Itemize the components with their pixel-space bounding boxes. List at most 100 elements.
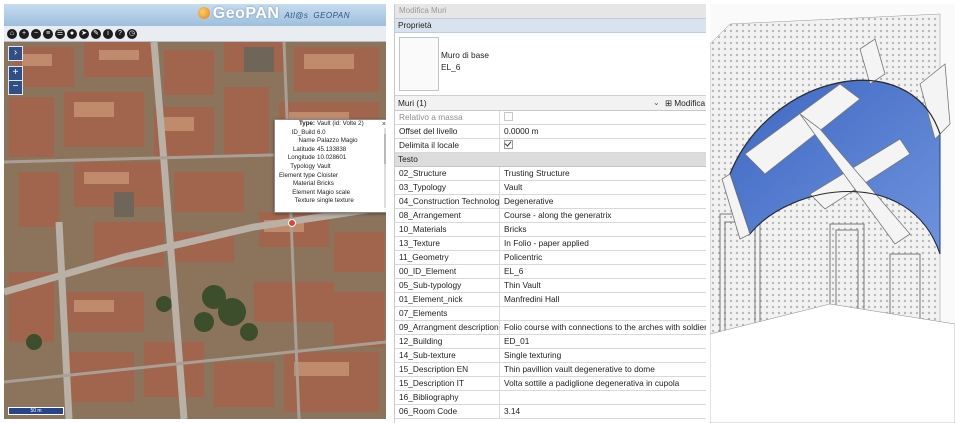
satellite-map[interactable]: › + − 50 m xyxy=(4,42,386,419)
parameter-value[interactable]: Policentric xyxy=(499,250,706,265)
map-marker-icon[interactable] xyxy=(288,219,296,227)
property-row: Delimita il locale xyxy=(395,138,706,153)
info-icon[interactable]: i xyxy=(103,28,113,39)
vault-model xyxy=(710,4,955,423)
popup-row: ID_Build 6.0 xyxy=(275,129,386,138)
parameter-value[interactable]: Vault xyxy=(499,180,706,195)
parameter-value[interactable]: Manfredini Hall xyxy=(499,292,706,307)
popup-key: Latitude xyxy=(292,145,315,153)
close-icon[interactable]: × xyxy=(382,121,386,128)
popup-scrollbar[interactable] xyxy=(384,128,386,208)
parameter-row: 01_Element_nick Manfredini Hall xyxy=(395,292,706,307)
parameter-row: 05_Sub-typology Thin Vault xyxy=(395,278,706,293)
popup-value: 10.028601 xyxy=(317,154,347,162)
parameter-row: 15_Description EN Thin pavillion vault de… xyxy=(395,362,706,377)
popup-rows: Type: Vault (id: Volte 2) ID_Build 6.0 Name P… xyxy=(275,120,386,206)
popup-row: Latitude 45.133838 xyxy=(275,146,386,155)
parameter-row: 00_ID_Element EL_6 xyxy=(395,264,706,279)
popup-row: Texture single texture xyxy=(275,197,386,206)
parameter-name: 15_Description IT xyxy=(395,376,500,391)
parameter-value[interactable]: Thin pavillion vault degenerative to dom… xyxy=(499,362,706,377)
edit-type-button[interactable]: ⊞ Modifica xyxy=(665,96,705,110)
list-icon[interactable]: ☰ xyxy=(55,28,65,39)
measure-icon[interactable]: ✎ xyxy=(91,28,101,39)
group-header-text[interactable]: Testo xyxy=(395,153,706,167)
popup-key: Name xyxy=(298,137,315,145)
popup-row: Typology Vault xyxy=(275,163,386,172)
parameter-row: 10_Materials Bricks xyxy=(395,222,706,237)
popup-row: Element Magio scale xyxy=(275,189,386,198)
satellite-imagery xyxy=(4,42,386,419)
vault-3d-view[interactable] xyxy=(710,4,955,423)
popup-row: Material Bricks xyxy=(275,180,386,189)
layers-toggle-button[interactable]: › xyxy=(8,46,23,61)
geopan-logo: GeoPAN Atl@s GEOPAN xyxy=(197,5,350,23)
parameter-value[interactable]: 3.14 xyxy=(499,404,706,419)
popup-row: Longitude 10.028601 xyxy=(275,154,386,163)
parameter-value[interactable]: Folio course with connections to the arc… xyxy=(499,320,706,335)
popup-value: single texture xyxy=(317,197,354,205)
parameter-row: 11_Geometry Policentric xyxy=(395,250,706,265)
property-value[interactable] xyxy=(499,111,706,125)
parameter-name: 02_Structure xyxy=(395,167,500,181)
palette-title: Modifica Muri xyxy=(395,4,706,18)
zoom-in-button[interactable]: + xyxy=(8,66,23,81)
zoom-in-icon[interactable]: + xyxy=(19,28,29,39)
checkbox[interactable] xyxy=(504,112,513,121)
popup-value: Vault (id: Volte 2) xyxy=(317,120,364,127)
zoom-out-icon[interactable]: − xyxy=(31,28,41,39)
parameter-row: 16_Bibliography xyxy=(395,390,706,405)
map-toolbar: ⌂ + − ≡ ☰ ● ➤ ✎ i ? ◷ xyxy=(4,26,386,42)
help-icon[interactable]: ? xyxy=(115,28,125,39)
parameter-value[interactable]: EL_6 xyxy=(499,264,706,279)
parameter-name: 12_Building xyxy=(395,334,500,349)
parameter-value[interactable] xyxy=(499,390,706,405)
scale-bar: 50 m xyxy=(8,407,64,415)
popup-value: Vault xyxy=(317,162,331,170)
parameter-value[interactable]: In Folio - paper applied xyxy=(499,236,706,251)
parameter-value[interactable]: Degenerative xyxy=(499,194,706,209)
logo-globe-icon xyxy=(197,7,210,19)
popup-value: 45.133838 xyxy=(317,145,347,153)
parameter-name: 00_ID_Element xyxy=(395,264,500,279)
parameter-name: 14_Sub-texture xyxy=(395,348,500,363)
property-value[interactable] xyxy=(499,138,706,153)
parameter-name: 16_Bibliography xyxy=(395,390,500,405)
instance-selector[interactable]: Muri (1) ⌄ ⊞ Modifica xyxy=(395,96,706,111)
popup-value: Magio scale xyxy=(317,188,351,196)
zoom-out-button[interactable]: − xyxy=(8,80,23,95)
property-value[interactable]: 0.0000 m xyxy=(499,124,706,139)
layers-icon[interactable]: ≡ xyxy=(43,28,53,39)
parameter-name: 11_Geometry xyxy=(395,250,500,265)
checkbox[interactable] xyxy=(504,140,513,149)
popup-row: Element type Cloister xyxy=(275,172,386,181)
query-icon[interactable]: ● xyxy=(67,28,77,39)
feature-popup: × Type: Vault (id: Volte 2) ID_Build 6.0 Nam… xyxy=(274,119,386,213)
parameter-value[interactable]: Bricks xyxy=(499,222,706,237)
parameter-name: 06_Room Code xyxy=(395,404,500,419)
parameter-row: 08_Arrangement Course - along the generat… xyxy=(395,208,706,223)
parameter-value[interactable]: Trusting Structure xyxy=(499,167,706,181)
type-thumbnail xyxy=(399,37,439,91)
navigate-icon[interactable]: ➤ xyxy=(79,28,89,39)
popup-value: Cloister xyxy=(317,171,338,179)
parameter-value[interactable]: Course - along the generatrix xyxy=(499,208,706,223)
parameter-value[interactable]: Thin Vault xyxy=(499,278,706,293)
parameter-name: 03_Typology xyxy=(395,180,500,195)
parameter-row: 12_Building ED_01 xyxy=(395,334,706,349)
parameter-value[interactable]: Volta sottile a padiglione degenerativa … xyxy=(499,376,706,391)
chevron-down-icon[interactable]: ⌄ xyxy=(653,96,660,110)
parameter-value[interactable] xyxy=(499,306,706,321)
parameter-row: 06_Room Code 3.14 xyxy=(395,404,706,419)
parameter-value[interactable]: Single texturing xyxy=(499,348,706,363)
parameter-value[interactable]: ED_01 xyxy=(499,334,706,349)
popup-row: Type: Vault (id: Volte 2) xyxy=(275,120,386,129)
parameter-name: 04_Construction Technology xyxy=(395,194,500,209)
property-row: Offset del livello 0.0000 m xyxy=(395,124,706,139)
clock-icon[interactable]: ◷ xyxy=(127,28,137,39)
home-icon[interactable]: ⌂ xyxy=(7,28,17,39)
parameter-name: 01_Element_nick xyxy=(395,292,500,307)
popup-key: Type: xyxy=(298,120,315,127)
parameter-name: 15_Description EN xyxy=(395,362,500,377)
property-row: Relativo a massa xyxy=(395,111,706,125)
